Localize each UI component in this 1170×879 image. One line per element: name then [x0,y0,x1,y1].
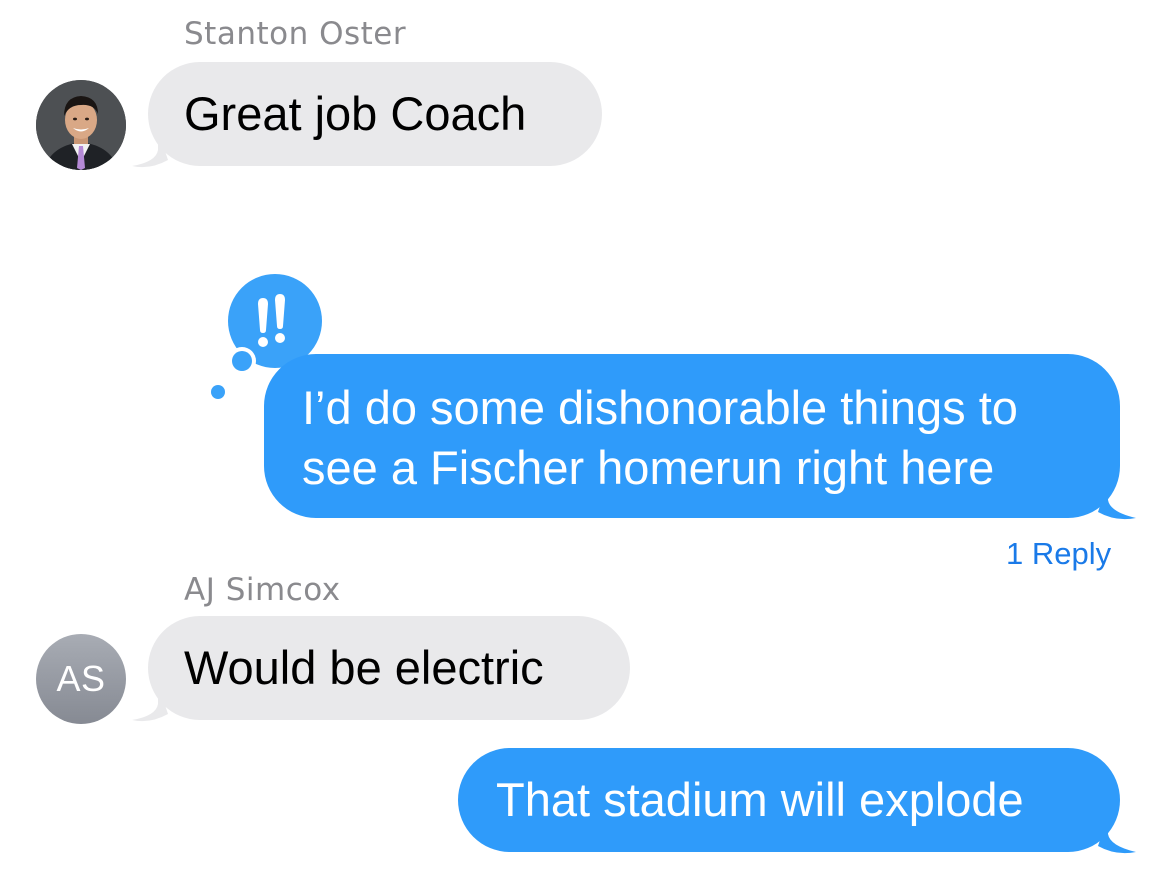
message-text: Great job Coach [184,87,527,140]
sender-avatar-initials[interactable]: AS [36,634,126,724]
message-text: That stadium will explode [496,773,1024,826]
message-bubble-incoming[interactable]: Great job Coach [148,62,602,166]
message-text: Would be electric [184,641,544,694]
message-bubble-outgoing[interactable]: That stadium will explode [458,748,1120,852]
sender-avatar-photo[interactable] [36,80,126,170]
message-text-line-2: see a Fischer homerun right here [302,441,995,494]
avatar-initials: AS [56,658,106,699]
message-bubble-outgoing[interactable]: I’d do some dishonorable things to see a… [264,354,1120,518]
sender-name: AJ Simcox [184,572,341,608]
message-text-line-1: I’d do some dishonorable things to [302,381,1018,434]
sender-name: Stanton Oster [184,16,407,52]
message-bubble-incoming[interactable]: Would be electric [148,616,630,720]
reply-count-link[interactable]: 1 Reply [1006,536,1111,572]
person-photo-icon [36,80,126,170]
